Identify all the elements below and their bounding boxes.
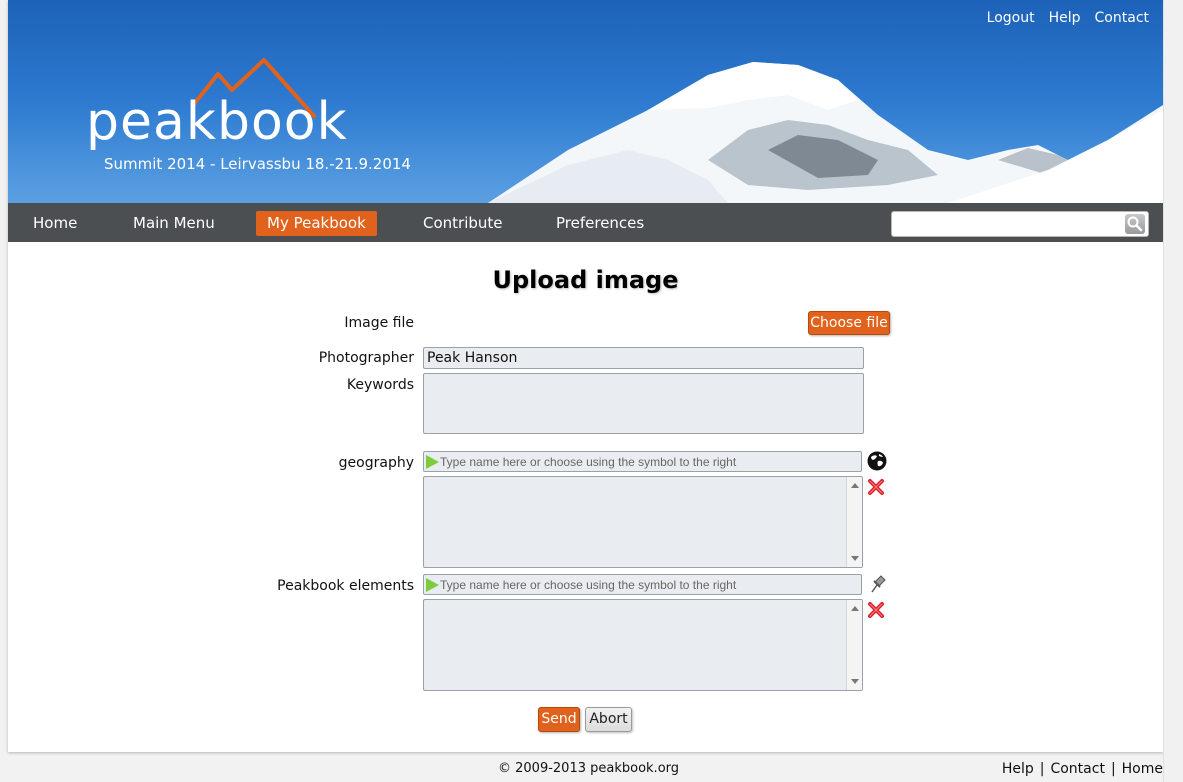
search-button[interactable] bbox=[1125, 214, 1145, 234]
magnifier-icon bbox=[1127, 216, 1143, 232]
footer-separator: | bbox=[1110, 761, 1116, 777]
photographer-label: Photographer bbox=[318, 350, 414, 366]
geography-label: geography bbox=[338, 455, 414, 471]
search-input[interactable] bbox=[892, 212, 1122, 234]
peakbook-elements-list-scrollbar[interactable] bbox=[846, 600, 862, 690]
nav-contribute[interactable]: Contribute bbox=[412, 211, 514, 236]
event-subtitle: Summit 2014 - Leirvassbu 18.-21.9.2014 bbox=[104, 155, 411, 173]
window-scrollbar[interactable] bbox=[1163, 0, 1183, 782]
peakbook-elements-list[interactable] bbox=[423, 599, 863, 691]
nav-home[interactable]: Home bbox=[22, 211, 88, 236]
green-play-icon bbox=[426, 578, 439, 592]
help-link[interactable]: Help bbox=[1049, 10, 1081, 26]
top-links: Logout Help Contact bbox=[987, 10, 1149, 26]
page: peakbook Summit 2014 - Leirvassbu 18.-21… bbox=[8, 0, 1163, 752]
nav-main-menu[interactable]: Main Menu bbox=[122, 211, 226, 236]
contact-link[interactable]: Contact bbox=[1095, 10, 1149, 26]
peakbook-elements-label: Peakbook elements bbox=[277, 578, 414, 594]
footer-copyright: © 2009-2013 peakbook.org bbox=[498, 761, 680, 776]
geography-list[interactable] bbox=[423, 476, 863, 568]
red-x-icon[interactable] bbox=[867, 601, 885, 619]
footer-contact-link[interactable]: Contact bbox=[1050, 761, 1104, 777]
geography-input[interactable] bbox=[440, 452, 858, 471]
footer-links: Help | Contact | Home bbox=[1002, 761, 1163, 777]
choose-file-button[interactable]: Choose file bbox=[808, 311, 890, 335]
logo-text[interactable]: peakbook bbox=[86, 96, 348, 148]
image-file-label: Image file bbox=[344, 315, 414, 331]
pushpin-icon[interactable] bbox=[868, 573, 888, 595]
red-x-icon[interactable] bbox=[867, 478, 885, 496]
main-navbar: Home Main Menu My Peakbook Contribute Pr… bbox=[8, 203, 1163, 242]
footer-home-link[interactable]: Home bbox=[1122, 761, 1163, 777]
send-button[interactable]: Send bbox=[538, 707, 580, 732]
keywords-label: Keywords bbox=[346, 377, 414, 393]
nav-my-peakbook[interactable]: My Peakbook bbox=[256, 211, 377, 236]
globe-icon[interactable] bbox=[866, 450, 888, 472]
logout-link[interactable]: Logout bbox=[987, 10, 1035, 26]
nav-preferences[interactable]: Preferences bbox=[545, 211, 655, 236]
peakbook-elements-input[interactable] bbox=[440, 575, 858, 594]
footer-help-link[interactable]: Help bbox=[1002, 761, 1034, 777]
peakbook-elements-combobox bbox=[423, 574, 862, 595]
green-play-icon bbox=[426, 455, 439, 469]
keywords-textarea[interactable] bbox=[423, 373, 864, 434]
footer-separator: | bbox=[1039, 761, 1045, 777]
abort-button[interactable]: Abort bbox=[585, 707, 632, 732]
page-title: Upload image bbox=[492, 266, 679, 294]
geography-list-scrollbar[interactable] bbox=[846, 477, 862, 567]
search-box bbox=[891, 211, 1149, 237]
header-banner: peakbook Summit 2014 - Leirvassbu 18.-21… bbox=[8, 0, 1163, 203]
photographer-input[interactable] bbox=[423, 347, 864, 369]
geography-combobox bbox=[423, 451, 862, 472]
